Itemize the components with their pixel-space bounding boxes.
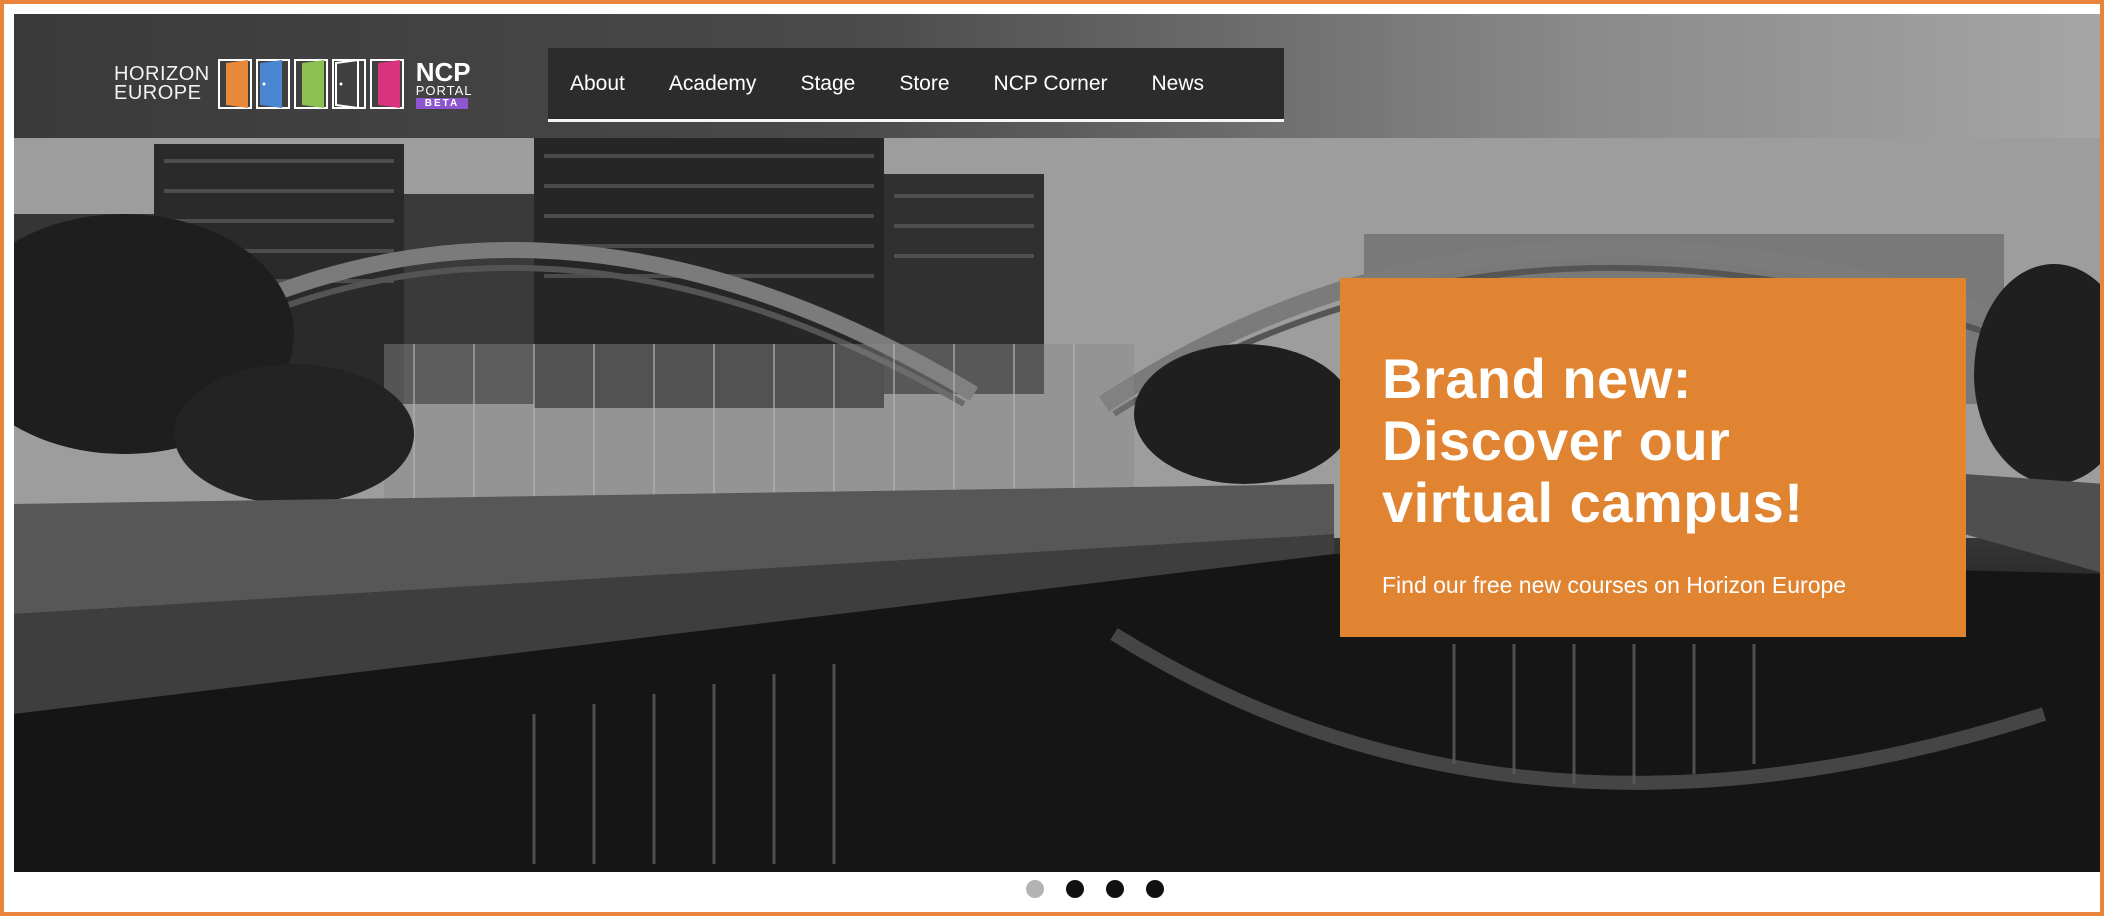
beta-badge: BETA (415, 97, 469, 109)
ncp-title: NCP (415, 56, 471, 87)
door-icon-white (331, 59, 366, 109)
door-icon-green (293, 59, 328, 109)
ncp-portal-label: PORTAL (415, 82, 473, 98)
carousel-dot-3[interactable] (1106, 880, 1124, 898)
carousel-dot-1[interactable] (1026, 880, 1044, 898)
logo-line-europe: EUROPE (114, 82, 202, 104)
nav-item-store[interactable]: Store (899, 72, 949, 96)
nav-item-news[interactable]: News (1152, 72, 1205, 96)
promo-title-line-3: virtual campus! (1382, 471, 1804, 534)
nav-item-academy[interactable]: Academy (669, 72, 757, 96)
hero-banner[interactable]: HORIZON EUROPE NCP PORTAL BETA About Aca… (14, 14, 2100, 872)
promo-title-line-2: Discover our (1382, 409, 1731, 472)
nav-item-about[interactable]: About (570, 72, 625, 96)
carousel-dot-2[interactable] (1066, 880, 1084, 898)
nav-item-ncp-corner[interactable]: NCP Corner (994, 72, 1108, 96)
door-icon-orange (217, 59, 252, 109)
promo-title-line-1: Brand new: (1382, 347, 1692, 410)
nav-item-stage[interactable]: Stage (800, 72, 855, 96)
promo-title: Brand new: Discover our virtual campus! (1382, 348, 1924, 534)
horizon-europe-logo-text: HORIZON EUROPE (114, 64, 210, 104)
carousel-pagination (1026, 880, 1164, 898)
logo-doors (217, 59, 404, 109)
main-nav: About Academy Stage Store NCP Corner New… (548, 48, 1284, 122)
ncp-portal-logo: NCP PORTAL BETA (415, 56, 473, 109)
page-frame: HORIZON EUROPE NCP PORTAL BETA About Aca… (0, 0, 2104, 916)
door-icon-blue (255, 59, 290, 109)
carousel-dot-4[interactable] (1146, 880, 1164, 898)
site-logo[interactable]: HORIZON EUROPE NCP PORTAL BETA (114, 54, 473, 114)
promo-subtitle[interactable]: Find our free new courses on Horizon Eur… (1382, 572, 1924, 599)
door-icon-pink (369, 59, 404, 109)
promo-card[interactable]: Brand new: Discover our virtual campus! … (1340, 278, 1966, 637)
